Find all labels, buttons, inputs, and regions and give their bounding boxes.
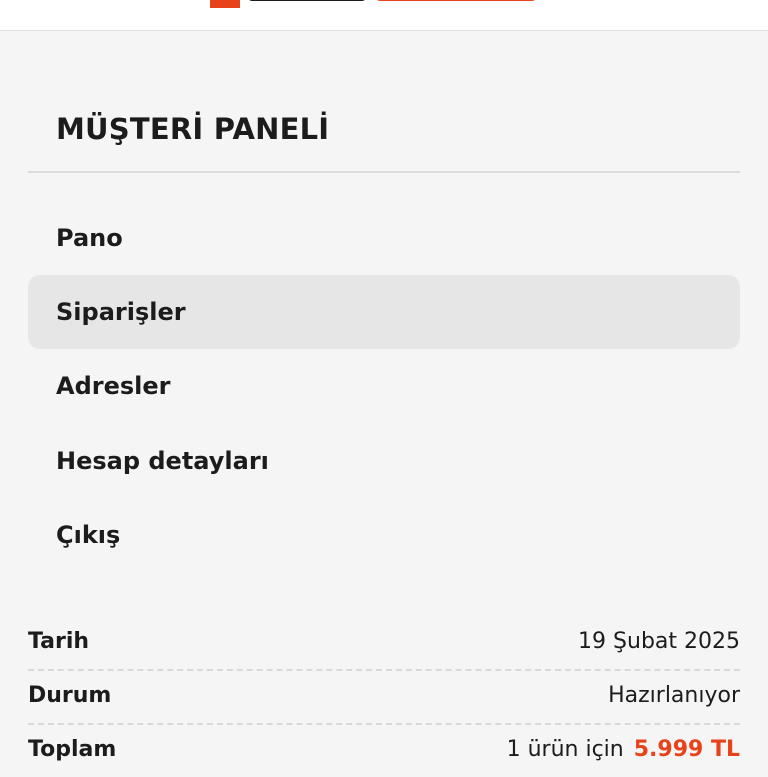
menu-item-label: Pano	[56, 224, 123, 252]
title-divider	[28, 171, 740, 173]
order-total-price: 5.999 TL	[633, 737, 740, 762]
order-status-label: Durum	[28, 683, 112, 708]
menu-item-label: Çıkış	[56, 521, 121, 549]
order-date-value: 19 Şubat 2025	[578, 629, 740, 654]
order-status-value: Hazırlanıyor	[608, 683, 740, 708]
menu-item-label: Hesap detayları	[56, 447, 269, 475]
menu-item-label: Siparişler	[56, 298, 186, 326]
order-total-row: Toplam 1 ürün için 5.999 TL	[28, 723, 740, 777]
order-status-row: Durum Hazırlanıyor	[28, 669, 740, 723]
order-total-label: Toplam	[28, 737, 117, 762]
menu-item-adresler[interactable]: Adresler	[28, 349, 740, 423]
brand-logo[interactable]	[210, 0, 570, 8]
order-date-label: Tarih	[28, 629, 90, 654]
order-total-value: 1 ürün için 5.999 TL	[507, 723, 740, 777]
menu-item-cikis[interactable]: Çıkış	[28, 498, 740, 572]
menu-item-label: Adresler	[56, 372, 171, 400]
order-date-row: Tarih 19 Şubat 2025	[28, 615, 740, 669]
menu-item-pano[interactable]: Pano	[28, 201, 740, 275]
top-header-bar	[0, 0, 768, 31]
menu-item-hesap-detaylari[interactable]: Hesap detayları	[28, 424, 740, 498]
page-title: MÜŞTERİ PANELİ	[56, 112, 330, 146]
order-total-items: 1 ürün için	[506, 737, 624, 762]
menu-item-siparisler[interactable]: Siparişler	[28, 275, 740, 349]
